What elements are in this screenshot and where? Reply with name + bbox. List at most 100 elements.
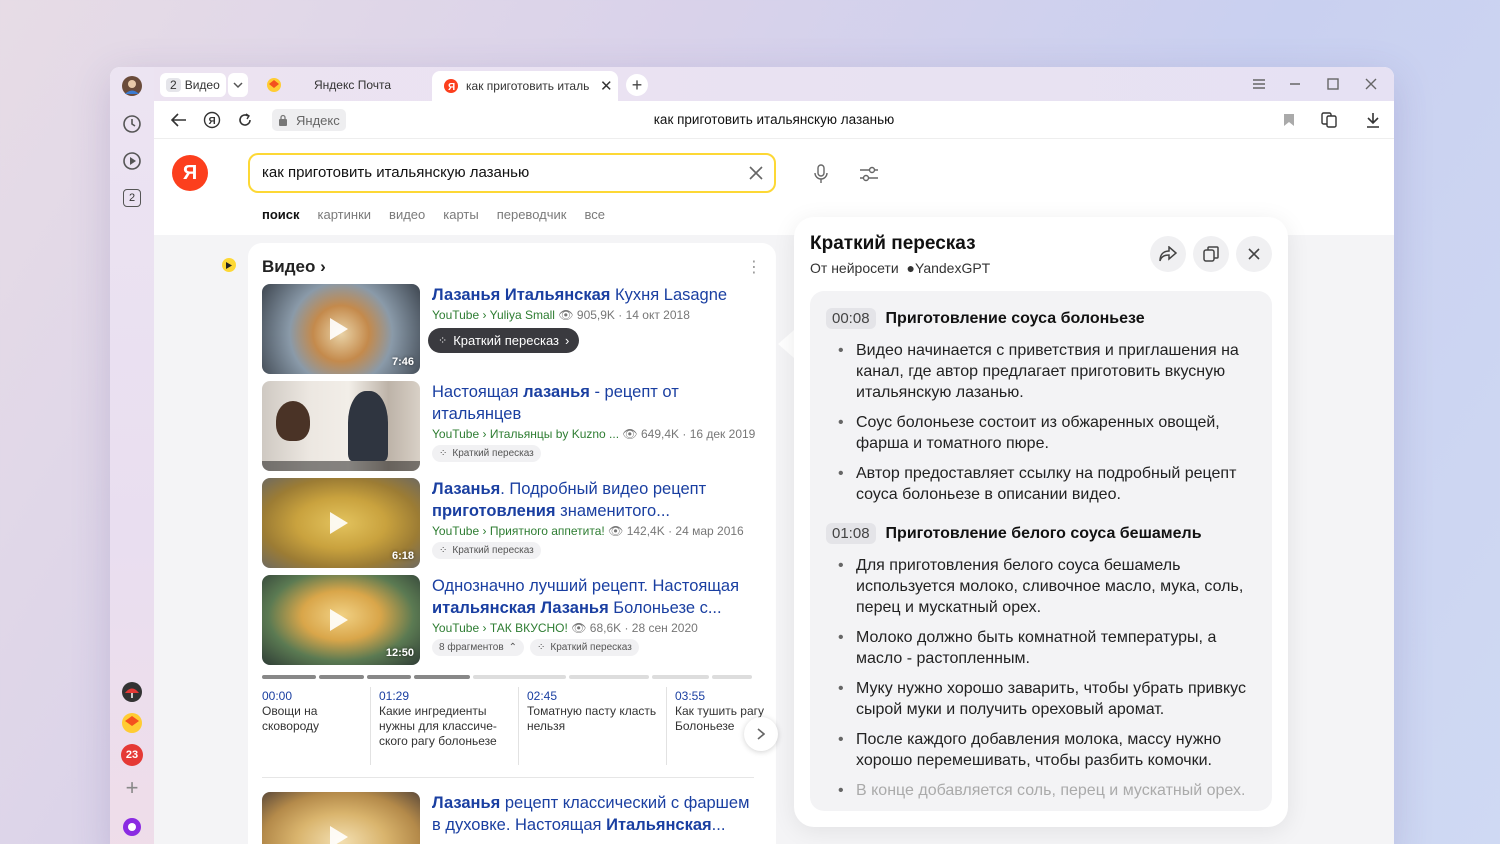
video-source[interactable]: YouTube › ТАК ВКУСНО! xyxy=(432,621,568,635)
video-title[interactable]: Лазанья. Подробный видео рецепт приготов… xyxy=(432,478,762,522)
microphone-icon[interactable] xyxy=(810,162,832,186)
video-views: 68,6K xyxy=(589,621,622,635)
summary-bullet: Автор предоставляет ссылку на подробный … xyxy=(836,463,1256,505)
summary-bullet: После каждого добавления молока, массу н… xyxy=(836,729,1256,771)
fragment-item[interactable]: 02:45 Томатную пасту класть нельзя xyxy=(527,689,657,734)
tab-translate[interactable]: переводчик xyxy=(497,207,567,222)
videos-header[interactable]: Видео › xyxy=(262,257,326,277)
video-item[interactable]: 7:46 Лазанья Итальянская Кухня Lasagne Y… xyxy=(262,284,762,374)
video-source[interactable]: YouTube › Yuliya Small xyxy=(432,308,555,322)
tab-video[interactable]: видео xyxy=(389,207,425,222)
history-icon[interactable] xyxy=(119,111,145,137)
maximize-icon[interactable] xyxy=(1324,75,1342,93)
summary-bullet: Для приготовления белого соуса бешамель … xyxy=(836,555,1256,618)
new-tab-button[interactable]: + xyxy=(626,74,648,96)
video-title-bold: Лазанья xyxy=(432,480,501,498)
video-item[interactable]: 12:50 Однозначно лучший рецепт. Настояща… xyxy=(262,575,762,665)
divider xyxy=(370,687,371,765)
fragment-item[interactable]: 00:00 Овощи на сковороду xyxy=(262,689,362,734)
video-thumbnail[interactable]: 7:46 xyxy=(262,284,420,374)
fragments-next-button[interactable] xyxy=(744,717,778,751)
video-title-bold: итальянская Лазанья xyxy=(432,599,609,617)
lock-icon xyxy=(279,114,287,126)
timeline-segment[interactable] xyxy=(262,675,316,679)
download-icon[interactable] xyxy=(1362,110,1384,130)
tab-active[interactable]: Я как приготовить италь ✕ xyxy=(432,71,618,101)
tab-search[interactable]: поиск xyxy=(262,207,300,222)
video-title[interactable]: Однозначно лучший рецепт. Настоящая итал… xyxy=(432,575,762,619)
timeline-segment[interactable] xyxy=(651,675,710,679)
fragment-item[interactable]: 01:29 Какие ингредиенты нужны для классич… xyxy=(379,689,507,749)
video-title[interactable]: Лазанья рецепт классический с фаршем в д… xyxy=(432,792,762,836)
timeline-segment[interactable] xyxy=(318,675,365,679)
timeline-segment[interactable] xyxy=(472,675,567,679)
alice-icon[interactable] xyxy=(119,814,145,840)
bookmark-icon[interactable] xyxy=(1280,111,1298,129)
video-thumbnail[interactable] xyxy=(262,792,420,844)
mail-icon[interactable] xyxy=(119,710,145,736)
chevron-down-icon[interactable] xyxy=(227,73,248,97)
add-panel-icon[interactable]: + xyxy=(119,775,145,801)
summary-icon: ⁘ xyxy=(439,545,448,556)
video-item[interactable]: Настоящая лазанья - рецепт от итальянцев… xyxy=(262,381,762,471)
video-title[interactable]: Настоящая лазанья - рецепт от итальянцев xyxy=(432,381,762,425)
tab-mail[interactable]: Яндекс Почта xyxy=(262,71,428,99)
chevron-up-icon: ⌃ xyxy=(508,642,518,653)
tab-maps[interactable]: карты xyxy=(443,207,478,222)
back-icon[interactable] xyxy=(168,110,190,130)
tab-group[interactable]: 2 Видео xyxy=(160,71,248,99)
reload-icon[interactable] xyxy=(234,110,256,130)
section-timestamp[interactable]: 00:08 xyxy=(826,308,876,329)
video-item[interactable]: 6:18 Лазанья. Подробный видео рецепт при… xyxy=(262,478,762,568)
tab-images[interactable]: картинки xyxy=(318,207,372,222)
video-thumbnail[interactable]: 12:50 xyxy=(262,575,420,665)
tab-group-pill: 2 Видео xyxy=(160,73,226,97)
thumbnail-caption xyxy=(262,461,420,471)
notifications-badge[interactable]: 23 xyxy=(119,742,145,768)
filters-icon[interactable] xyxy=(858,163,880,185)
summary-section-heading[interactable]: 00:08 Приготовление соуса болоньезе xyxy=(826,308,1145,329)
site-identity[interactable]: Яндекс xyxy=(272,109,346,131)
close-window-icon[interactable] xyxy=(1362,75,1380,93)
video-item[interactable]: Лазанья рецепт классический с фаршем в д… xyxy=(262,792,762,844)
video-source[interactable]: YouTube › Итальянцы by Kuzno ... xyxy=(432,427,619,441)
more-options-icon[interactable]: ⋮ xyxy=(746,257,762,277)
timeline-segment[interactable] xyxy=(569,675,649,679)
tab-all[interactable]: все xyxy=(584,207,605,222)
timeline-segment[interactable] xyxy=(414,675,470,679)
menu-icon[interactable] xyxy=(1250,75,1268,93)
section-timestamp[interactable]: 01:08 xyxy=(826,523,876,544)
close-tab-icon[interactable]: ✕ xyxy=(600,77,613,95)
video-duration: 7:46 xyxy=(391,356,414,368)
translate-icon[interactable] xyxy=(1318,110,1340,130)
copy-button[interactable] xyxy=(1193,236,1229,272)
video-thumbnail[interactable] xyxy=(262,381,420,471)
tabs-count-button[interactable]: 2 xyxy=(119,185,145,211)
video-title-pre: Настоящая xyxy=(432,383,524,401)
video-title-rest: знаменитого... xyxy=(555,502,670,520)
profile-avatar[interactable] xyxy=(119,73,145,99)
summary-button[interactable]: ⁘ Краткий пересказ xyxy=(530,639,639,656)
clear-search-icon[interactable] xyxy=(748,165,764,181)
video-icon[interactable] xyxy=(119,148,145,174)
summary-section-heading[interactable]: 01:08 Приготовление белого соуса бешамел… xyxy=(826,523,1202,544)
video-thumbnail[interactable]: 6:18 xyxy=(262,478,420,568)
share-button[interactable] xyxy=(1150,236,1186,272)
timeline-segment[interactable] xyxy=(367,675,412,679)
search-input[interactable] xyxy=(262,164,732,181)
video-title[interactable]: Лазанья Итальянская Кухня Lasagne xyxy=(432,284,762,306)
video-source[interactable]: YouTube › Приятного аппетита! xyxy=(432,524,605,538)
summary-button-active[interactable]: ⁘ Краткий пересказ › xyxy=(428,328,580,353)
timeline-segment[interactable] xyxy=(712,675,752,679)
minimize-icon[interactable] xyxy=(1286,75,1304,93)
yandex-logo[interactable]: Я xyxy=(172,155,208,191)
close-panel-button[interactable] xyxy=(1236,236,1272,272)
weather-icon[interactable] xyxy=(119,679,145,705)
search-tabs: поиск картинки видео карты переводчик вс… xyxy=(262,207,605,222)
fragments-toggle[interactable]: 8 фрагментов ⌃ xyxy=(432,639,525,656)
yandex-home-icon[interactable]: Я xyxy=(201,110,223,130)
fragment-text: Томатную пасту класть нельзя xyxy=(527,704,657,733)
video-views: 649,4K xyxy=(640,427,680,441)
summary-button[interactable]: ⁘ Краткий пересказ xyxy=(432,542,541,559)
summary-button[interactable]: ⁘ Краткий пересказ xyxy=(432,445,541,462)
